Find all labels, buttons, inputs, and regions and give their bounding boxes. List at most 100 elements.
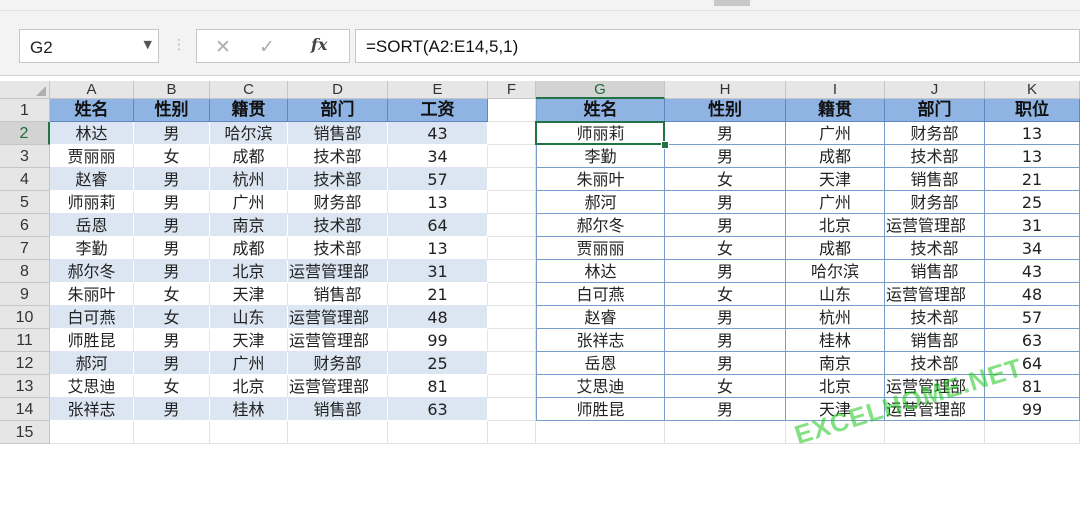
cell-c15[interactable] [210,421,288,444]
cell-k1[interactable]: 职位 [985,99,1080,122]
cell-a14[interactable]: 张祥志 [50,398,134,421]
cell-c10[interactable]: 山东 [210,306,288,329]
column-header-k[interactable]: K [985,81,1080,99]
cell-i12[interactable]: 南京 [786,352,885,375]
enter-icon[interactable]: ✓ [259,36,275,58]
cell-f4[interactable] [488,168,536,191]
chevron-down-icon[interactable]: ▼ [144,38,152,51]
cell-f8[interactable] [488,260,536,283]
cell-k5[interactable]: 25 [985,191,1080,214]
cell-e8[interactable]: 31 [388,260,488,283]
cell-e6[interactable]: 64 [388,214,488,237]
scroll-grip[interactable] [714,0,750,6]
cell-a13[interactable]: 艾思迪 [50,375,134,398]
cell-d15[interactable] [288,421,388,444]
cell-d9[interactable]: 销售部 [288,283,388,306]
row-header-10[interactable]: 10 [0,306,50,329]
cell-f3[interactable] [488,145,536,168]
row-header-9[interactable]: 9 [0,283,50,306]
column-header-b[interactable]: B [134,81,210,99]
cell-c11[interactable]: 天津 [210,329,288,352]
cell-j6[interactable]: 运营管理部 [885,214,985,237]
cell-e4[interactable]: 57 [388,168,488,191]
cell-k11[interactable]: 63 [985,329,1080,352]
cell-f10[interactable] [488,306,536,329]
cell-c9[interactable]: 天津 [210,283,288,306]
cell-b9[interactable]: 女 [134,283,210,306]
cell-j1[interactable]: 部门 [885,99,985,122]
cell-f5[interactable] [488,191,536,214]
cell-j10[interactable]: 技术部 [885,306,985,329]
cell-c6[interactable]: 南京 [210,214,288,237]
cell-j15[interactable] [885,421,985,444]
cell-f15[interactable] [488,421,536,444]
cell-d8[interactable]: 运营管理部 [288,260,388,283]
cell-k6[interactable]: 31 [985,214,1080,237]
cell-d4[interactable]: 技术部 [288,168,388,191]
cell-g8[interactable]: 林达 [536,260,665,283]
cell-k8[interactable]: 43 [985,260,1080,283]
cell-j7[interactable]: 技术部 [885,237,985,260]
row-header-8[interactable]: 8 [0,260,50,283]
cell-k2[interactable]: 13 [985,122,1080,145]
cell-g11[interactable]: 张祥志 [536,329,665,352]
row-header-3[interactable]: 3 [0,145,50,168]
cell-i13[interactable]: 北京 [786,375,885,398]
cell-a12[interactable]: 郝河 [50,352,134,375]
row-header-12[interactable]: 12 [0,352,50,375]
cell-g7[interactable]: 贾丽丽 [536,237,665,260]
cell-g13[interactable]: 艾思迪 [536,375,665,398]
cell-k15[interactable] [985,421,1080,444]
cell-c7[interactable]: 成都 [210,237,288,260]
cell-j3[interactable]: 技术部 [885,145,985,168]
cell-f11[interactable] [488,329,536,352]
cell-c8[interactable]: 北京 [210,260,288,283]
cell-c3[interactable]: 成都 [210,145,288,168]
cell-d14[interactable]: 销售部 [288,398,388,421]
cell-b1[interactable]: 性别 [134,99,210,122]
cell-j8[interactable]: 销售部 [885,260,985,283]
cell-b6[interactable]: 男 [134,214,210,237]
cell-i6[interactable]: 北京 [786,214,885,237]
cell-f13[interactable] [488,375,536,398]
cell-c1[interactable]: 籍贯 [210,99,288,122]
insert-function-icon[interactable]: fx [311,35,327,54]
cell-g9[interactable]: 白可燕 [536,283,665,306]
cell-d6[interactable]: 技术部 [288,214,388,237]
cell-b3[interactable]: 女 [134,145,210,168]
cell-g3[interactable]: 李勤 [536,145,665,168]
cell-d2[interactable]: 销售部 [288,122,388,145]
cell-b4[interactable]: 男 [134,168,210,191]
cell-d10[interactable]: 运营管理部 [288,306,388,329]
cell-a15[interactable] [50,421,134,444]
row-header-1[interactable]: 1 [0,99,50,122]
cell-b14[interactable]: 男 [134,398,210,421]
cell-h4[interactable]: 女 [665,168,786,191]
cell-d3[interactable]: 技术部 [288,145,388,168]
column-header-i[interactable]: I [786,81,885,99]
column-header-a[interactable]: A [50,81,134,99]
cell-g4[interactable]: 朱丽叶 [536,168,665,191]
cell-d5[interactable]: 财务部 [288,191,388,214]
cell-d11[interactable]: 运营管理部 [288,329,388,352]
cell-e1[interactable]: 工资 [388,99,488,122]
cell-g1[interactable]: 姓名 [536,99,665,122]
cell-b5[interactable]: 男 [134,191,210,214]
cell-h9[interactable]: 女 [665,283,786,306]
cell-i11[interactable]: 桂林 [786,329,885,352]
cell-e7[interactable]: 13 [388,237,488,260]
cell-i8[interactable]: 哈尔滨 [786,260,885,283]
cell-e12[interactable]: 25 [388,352,488,375]
row-header-2[interactable]: 2 [0,122,50,145]
cell-j2[interactable]: 财务部 [885,122,985,145]
cell-f9[interactable] [488,283,536,306]
cell-k4[interactable]: 21 [985,168,1080,191]
cell-i3[interactable]: 成都 [786,145,885,168]
cell-j13[interactable]: 运营管理部 [885,375,985,398]
column-header-d[interactable]: D [288,81,388,99]
cell-g12[interactable]: 岳恩 [536,352,665,375]
cell-b2[interactable]: 男 [134,122,210,145]
cell-k3[interactable]: 13 [985,145,1080,168]
cell-j14[interactable]: 运营管理部 [885,398,985,421]
cell-f2[interactable] [488,122,536,145]
